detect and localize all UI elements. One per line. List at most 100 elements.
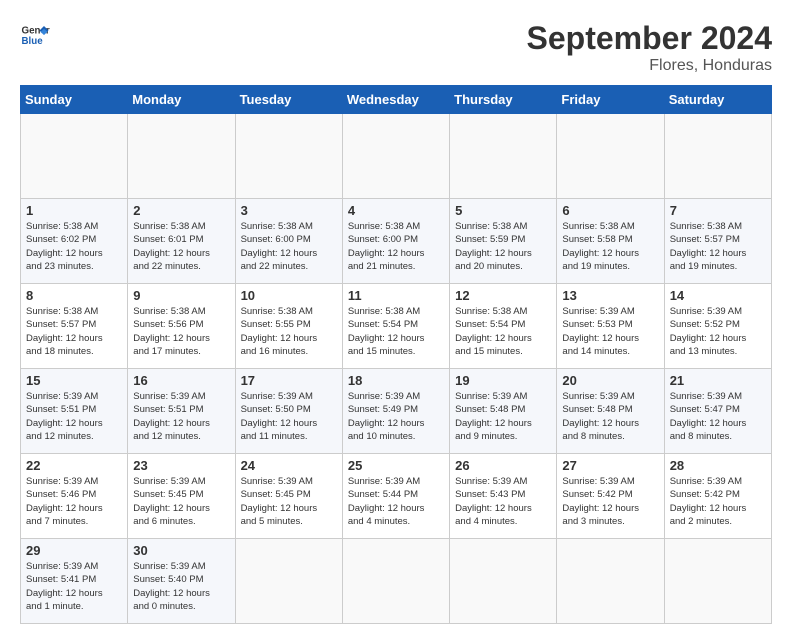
day-number: 12	[455, 288, 551, 303]
day-info: Sunrise: 5:38 AM Sunset: 5:54 PM Dayligh…	[455, 305, 551, 358]
month-title: September 2024	[527, 20, 772, 57]
logo: General Blue	[20, 20, 50, 50]
calendar-week-row: 29Sunrise: 5:39 AM Sunset: 5:41 PM Dayli…	[21, 539, 772, 624]
weekday-header-cell: Tuesday	[235, 86, 342, 114]
calendar-cell: 15 Sunrise: 5:39 AM Sunset: 5:51 PM Dayli…	[21, 369, 128, 454]
title-area: September 2024 Flores, Honduras	[527, 20, 772, 75]
day-number: 30	[133, 543, 229, 558]
calendar-cell	[235, 114, 342, 199]
day-number: 15	[26, 373, 122, 388]
calendar-cell: 9Sunrise: 5:38 AM Sunset: 5:56 PM Daylig…	[128, 284, 235, 369]
calendar-cell	[21, 114, 128, 199]
day-info: Sunrise: 5:39 AM Sunset: 5:53 PM Dayligh…	[562, 305, 658, 358]
day-info: Sunrise: 5:39 AM Sunset: 5:40 PM Dayligh…	[133, 560, 229, 613]
calendar-cell	[664, 114, 771, 199]
calendar-cell: 14Sunrise: 5:39 AM Sunset: 5:52 PM Dayli…	[664, 284, 771, 369]
calendar-cell: 11Sunrise: 5:38 AM Sunset: 5:54 PM Dayli…	[342, 284, 449, 369]
weekday-header-row: SundayMondayTuesdayWednesdayThursdayFrid…	[21, 86, 772, 114]
calendar-cell: 10 Sunrise: 5:38 AM Sunset: 5:55 PM Dayli…	[235, 284, 342, 369]
svg-text:Blue: Blue	[22, 36, 44, 47]
weekday-header-cell: Friday	[557, 86, 664, 114]
day-number: 11	[348, 288, 444, 303]
day-number: 23	[133, 458, 229, 473]
day-number: 5	[455, 203, 551, 218]
calendar-week-row: 1 Sunrise: 5:38 AM Sunset: 6:02 PM Daylig…	[21, 199, 772, 284]
calendar-cell: 25Sunrise: 5:39 AM Sunset: 5:44 PM Dayli…	[342, 454, 449, 539]
day-info: Sunrise: 5:39 AM Sunset: 5:46 PM Dayligh…	[26, 475, 122, 528]
day-info: Sunrise: 5:38 AM Sunset: 6:00 PM Dayligh…	[348, 220, 444, 273]
calendar-cell: 23 Sunrise: 5:39 AM Sunset: 5:45 PM Dayli…	[128, 454, 235, 539]
calendar-cell: 28Sunrise: 5:39 AM Sunset: 5:42 PM Dayli…	[664, 454, 771, 539]
day-number: 17	[241, 373, 337, 388]
calendar-cell: 1 Sunrise: 5:38 AM Sunset: 6:02 PM Daylig…	[21, 199, 128, 284]
calendar-week-row: 15 Sunrise: 5:39 AM Sunset: 5:51 PM Dayli…	[21, 369, 772, 454]
calendar-cell: 20 Sunrise: 5:39 AM Sunset: 5:48 PM Dayli…	[557, 369, 664, 454]
calendar-cell: 16Sunrise: 5:39 AM Sunset: 5:51 PM Dayli…	[128, 369, 235, 454]
day-info: Sunrise: 5:39 AM Sunset: 5:43 PM Dayligh…	[455, 475, 551, 528]
calendar-cell: 30 Sunrise: 5:39 AM Sunset: 5:40 PM Dayli…	[128, 539, 235, 624]
calendar-cell: 3Sunrise: 5:38 AM Sunset: 6:00 PM Daylig…	[235, 199, 342, 284]
day-number: 2	[133, 203, 229, 218]
calendar-cell: 7Sunrise: 5:38 AM Sunset: 5:57 PM Daylig…	[664, 199, 771, 284]
day-number: 14	[670, 288, 766, 303]
day-info: Sunrise: 5:38 AM Sunset: 5:57 PM Dayligh…	[26, 305, 122, 358]
weekday-header-cell: Sunday	[21, 86, 128, 114]
day-info: Sunrise: 5:39 AM Sunset: 5:49 PM Dayligh…	[348, 390, 444, 443]
day-info: Sunrise: 5:39 AM Sunset: 5:41 PM Dayligh…	[26, 560, 122, 613]
day-info: Sunrise: 5:39 AM Sunset: 5:48 PM Dayligh…	[562, 390, 658, 443]
day-info: Sunrise: 5:39 AM Sunset: 5:47 PM Dayligh…	[670, 390, 766, 443]
day-number: 3	[241, 203, 337, 218]
calendar-body: 1 Sunrise: 5:38 AM Sunset: 6:02 PM Daylig…	[21, 114, 772, 624]
day-info: Sunrise: 5:39 AM Sunset: 5:51 PM Dayligh…	[133, 390, 229, 443]
calendar-cell: 13Sunrise: 5:39 AM Sunset: 5:53 PM Dayli…	[557, 284, 664, 369]
day-info: Sunrise: 5:39 AM Sunset: 5:50 PM Dayligh…	[241, 390, 337, 443]
day-info: Sunrise: 5:38 AM Sunset: 6:01 PM Dayligh…	[133, 220, 229, 273]
calendar-cell	[557, 539, 664, 624]
location: Flores, Honduras	[527, 57, 772, 75]
calendar-cell: 29Sunrise: 5:39 AM Sunset: 5:41 PM Dayli…	[21, 539, 128, 624]
calendar-cell	[450, 114, 557, 199]
calendar-cell: 8 Sunrise: 5:38 AM Sunset: 5:57 PM Daylig…	[21, 284, 128, 369]
calendar-cell: 5 Sunrise: 5:38 AM Sunset: 5:59 PM Daylig…	[450, 199, 557, 284]
calendar-table: SundayMondayTuesdayWednesdayThursdayFrid…	[20, 85, 772, 624]
day-info: Sunrise: 5:38 AM Sunset: 5:55 PM Dayligh…	[241, 305, 337, 358]
calendar-cell: 17 Sunrise: 5:39 AM Sunset: 5:50 PM Dayli…	[235, 369, 342, 454]
calendar-cell: 26 Sunrise: 5:39 AM Sunset: 5:43 PM Dayli…	[450, 454, 557, 539]
day-info: Sunrise: 5:39 AM Sunset: 5:48 PM Dayligh…	[455, 390, 551, 443]
day-info: Sunrise: 5:38 AM Sunset: 5:57 PM Dayligh…	[670, 220, 766, 273]
day-info: Sunrise: 5:39 AM Sunset: 5:45 PM Dayligh…	[133, 475, 229, 528]
day-number: 4	[348, 203, 444, 218]
day-number: 10	[241, 288, 337, 303]
day-number: 8	[26, 288, 122, 303]
weekday-header-cell: Thursday	[450, 86, 557, 114]
day-info: Sunrise: 5:38 AM Sunset: 5:58 PM Dayligh…	[562, 220, 658, 273]
day-info: Sunrise: 5:39 AM Sunset: 5:42 PM Dayligh…	[562, 475, 658, 528]
day-number: 25	[348, 458, 444, 473]
day-info: Sunrise: 5:38 AM Sunset: 6:02 PM Dayligh…	[26, 220, 122, 273]
day-number: 1	[26, 203, 122, 218]
day-number: 19	[455, 373, 551, 388]
calendar-cell: 6Sunrise: 5:38 AM Sunset: 5:58 PM Daylig…	[557, 199, 664, 284]
calendar-cell	[557, 114, 664, 199]
day-number: 27	[562, 458, 658, 473]
calendar-cell	[450, 539, 557, 624]
day-info: Sunrise: 5:38 AM Sunset: 5:59 PM Dayligh…	[455, 220, 551, 273]
calendar-cell: 21Sunrise: 5:39 AM Sunset: 5:47 PM Dayli…	[664, 369, 771, 454]
calendar-cell	[128, 114, 235, 199]
weekday-header-cell: Wednesday	[342, 86, 449, 114]
day-info: Sunrise: 5:39 AM Sunset: 5:42 PM Dayligh…	[670, 475, 766, 528]
day-number: 22	[26, 458, 122, 473]
calendar-week-row	[21, 114, 772, 199]
weekday-header-cell: Monday	[128, 86, 235, 114]
calendar-cell	[235, 539, 342, 624]
calendar-cell	[664, 539, 771, 624]
page-header: General Blue September 2024 Flores, Hond…	[20, 20, 772, 75]
day-number: 26	[455, 458, 551, 473]
calendar-week-row: 8 Sunrise: 5:38 AM Sunset: 5:57 PM Daylig…	[21, 284, 772, 369]
day-number: 24	[241, 458, 337, 473]
calendar-cell: 18Sunrise: 5:39 AM Sunset: 5:49 PM Dayli…	[342, 369, 449, 454]
day-info: Sunrise: 5:39 AM Sunset: 5:51 PM Dayligh…	[26, 390, 122, 443]
logo-icon: General Blue	[20, 20, 50, 50]
day-number: 20	[562, 373, 658, 388]
calendar-cell	[342, 114, 449, 199]
